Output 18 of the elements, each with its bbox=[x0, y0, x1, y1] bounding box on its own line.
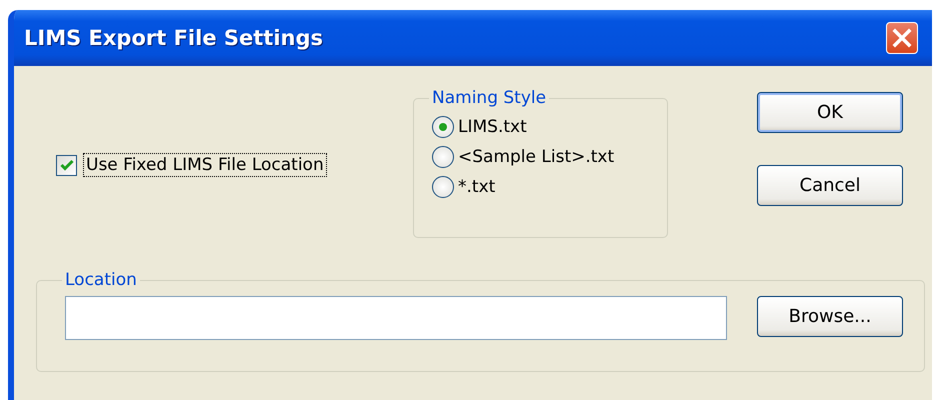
cancel-button[interactable]: Cancel bbox=[757, 165, 903, 206]
radio-button[interactable] bbox=[432, 146, 454, 168]
location-field[interactable] bbox=[65, 296, 727, 340]
group-title: Naming Style bbox=[431, 88, 548, 108]
close-icon bbox=[892, 28, 912, 48]
window-title: LIMS Export File Settings bbox=[24, 26, 324, 50]
close-button[interactable] bbox=[886, 22, 918, 54]
group-title: Location bbox=[64, 270, 138, 290]
radio-label: *.txt bbox=[458, 177, 496, 197]
checkbox-label: Use Fixed LIMS File Location bbox=[83, 153, 327, 177]
radio-button[interactable] bbox=[432, 176, 454, 198]
checkmark-icon bbox=[60, 159, 74, 171]
ok-button[interactable]: OK bbox=[757, 92, 903, 133]
checkbox[interactable] bbox=[56, 154, 77, 176]
radio-button[interactable] bbox=[432, 116, 454, 138]
browse-button[interactable]: Browse... bbox=[757, 296, 903, 337]
radio-label: LIMS.txt bbox=[458, 117, 527, 137]
radio-label: <Sample List>.txt bbox=[458, 147, 614, 167]
